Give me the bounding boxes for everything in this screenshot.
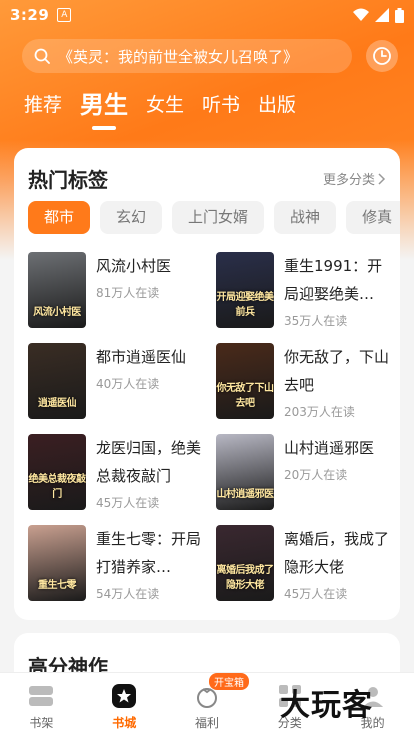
star-icon <box>111 683 137 709</box>
book-item[interactable]: 开局迎娶绝美前兵 重生1991：开局迎娶绝美… 35万人在读 <box>216 252 392 343</box>
tab-publishing[interactable]: 出版 <box>258 90 296 120</box>
app-notification-icon: A <box>57 8 72 22</box>
book-title: 离婚后，我成了隐形大佬 <box>284 530 390 576</box>
book-title: 龙医归国，绝美总裁夜敲门 <box>96 439 202 485</box>
cover-title: 重生七零 <box>38 580 77 591</box>
more-categories-link[interactable]: 更多分类 <box>323 169 386 188</box>
tag-chip[interactable]: 都市 <box>28 201 91 234</box>
book-cover: 逍遥医仙 <box>28 343 86 419</box>
tab-audiobook[interactable]: 听书 <box>202 90 240 120</box>
battery-icon <box>395 7 404 23</box>
clock-icon <box>373 47 391 65</box>
search-bar[interactable]: 《英灵：我的前世全被女儿召唤了》 <box>22 39 352 73</box>
chevron-right-icon <box>378 172 386 185</box>
reader-count: 203万人在读 <box>284 405 355 419</box>
cover-title: 山村逍遥邪医 <box>216 489 275 500</box>
search-placeholder: 《英灵：我的前世全被女儿召唤了》 <box>58 47 299 66</box>
reader-count: 54万人在读 <box>96 587 160 601</box>
history-button[interactable] <box>366 40 398 72</box>
book-title: 风流小村医 <box>96 257 172 275</box>
cover-title: 逍遥医仙 <box>38 398 77 409</box>
tag-chip[interactable]: 上门女婿 <box>172 201 265 234</box>
book-item[interactable]: 逍遥医仙 都市逍遥医仙 40万人在读 <box>28 343 204 434</box>
signal-icon <box>375 8 389 22</box>
book-title: 你无敌了，下山去吧 <box>284 348 390 394</box>
book-cover: 重生七零 <box>28 525 86 601</box>
reader-count: 45万人在读 <box>96 496 160 510</box>
reader-count: 40万人在读 <box>96 377 160 391</box>
tag-chip[interactable]: 战神 <box>274 201 337 234</box>
reader-count: 81万人在读 <box>96 286 160 300</box>
book-title: 山村逍遥邪医 <box>284 439 375 457</box>
book-cover: 离婚后我成了隐形大佬 <box>216 525 274 601</box>
hot-tags-card: 热门标签 更多分类 都市 玄幻 上门女婿 战神 修真 风流小村医 风流小村医 81万… <box>14 148 400 620</box>
wifi-icon <box>353 8 369 21</box>
cover-title: 离婚后我成了隐形大佬 <box>216 565 275 591</box>
more-label: 更多分类 <box>322 173 375 188</box>
book-cover: 绝美总裁夜敲门 <box>28 434 86 510</box>
book-title: 重生1991：开局迎娶绝美… <box>284 257 383 303</box>
tab-bookstore[interactable]: 书城 <box>83 673 166 736</box>
reader-count: 45万人在读 <box>284 587 348 601</box>
book-item[interactable]: 离婚后我成了隐形大佬 离婚后，我成了隐形大佬 45万人在读 <box>216 525 392 616</box>
cover-title: 你无敌了下山去吧 <box>216 383 275 409</box>
channel-tabs: 推荐 男生 女生 听书 出版 <box>24 90 314 130</box>
book-cover: 你无敌了下山去吧 <box>216 343 274 419</box>
tab-female[interactable]: 女生 <box>146 90 184 120</box>
status-bar: 3:29 A <box>0 0 414 30</box>
book-item[interactable]: 风流小村医 风流小村医 81万人在读 <box>28 252 204 343</box>
cover-title: 绝美总裁夜敲门 <box>28 474 87 500</box>
tab-label: 福利 <box>194 716 219 730</box>
book-item[interactable]: 山村逍遥邪医 山村逍遥邪医 20万人在读 <box>216 434 392 525</box>
book-cover: 开局迎娶绝美前兵 <box>216 252 274 328</box>
cover-title: 风流小村医 <box>33 307 81 318</box>
book-cover: 山村逍遥邪医 <box>216 434 274 510</box>
book-title: 重生七零：开局打猎养家… <box>96 530 202 576</box>
tag-chip[interactable]: 玄幻 <box>100 201 163 234</box>
book-item[interactable]: 重生七零 重生七零：开局打猎养家… 54万人在读 <box>28 525 204 616</box>
book-item[interactable]: 绝美总裁夜敲门 龙医归国，绝美总裁夜敲门 45万人在读 <box>28 434 204 525</box>
bookshelf-icon <box>28 683 54 709</box>
section-title: 热门标签 <box>28 168 108 192</box>
tab-welfare[interactable]: 开宝箱 福利 <box>166 673 249 736</box>
tab-label: 书架 <box>29 716 54 730</box>
book-item[interactable]: 你无敌了下山去吧 你无敌了，下山去吧 203万人在读 <box>216 343 392 434</box>
reader-count: 35万人在读 <box>284 314 348 328</box>
cover-title: 开局迎娶绝美前兵 <box>216 292 275 318</box>
tab-bookshelf[interactable]: 书架 <box>0 673 83 736</box>
book-grid: 风流小村医 风流小村医 81万人在读 开局迎娶绝美前兵 重生1991：开局迎娶绝美… 35… <box>28 252 389 616</box>
book-cover: 风流小村医 <box>28 252 86 328</box>
treasure-box-badge: 开宝箱 <box>208 673 249 690</box>
book-title: 都市逍遥医仙 <box>96 348 187 366</box>
tag-list: 都市 玄幻 上门女婿 战神 修真 <box>28 201 400 234</box>
tag-chip[interactable]: 修真 <box>346 201 400 234</box>
search-icon <box>34 48 50 64</box>
reader-count: 20万人在读 <box>284 468 348 482</box>
tab-male[interactable]: 男生 <box>80 90 128 130</box>
watermark-logo: 大玩客 <box>280 688 373 723</box>
tab-label: 书城 <box>112 716 137 730</box>
status-time: 3:29 <box>10 6 50 24</box>
tab-recommend[interactable]: 推荐 <box>24 90 62 120</box>
